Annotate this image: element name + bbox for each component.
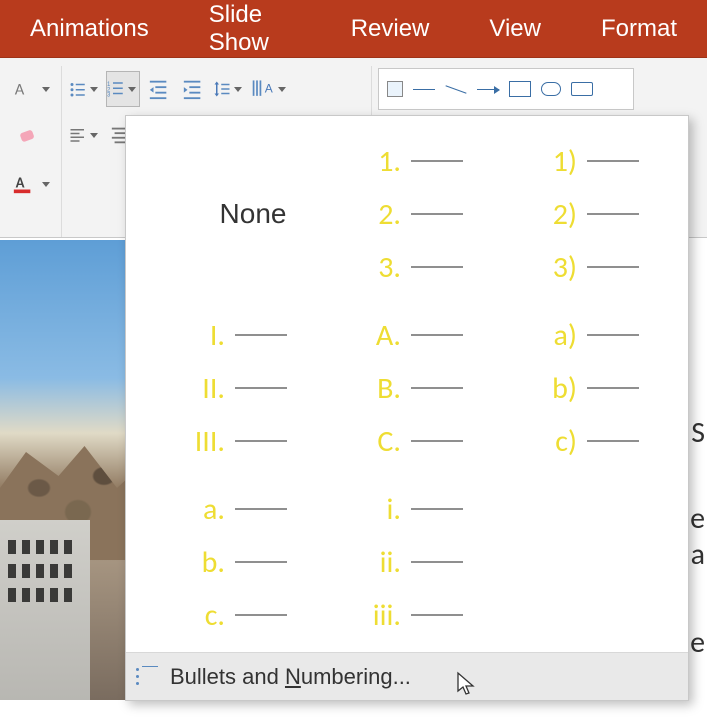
numbering-option-none[interactable]: None xyxy=(166,134,326,294)
list-icon xyxy=(136,666,158,688)
text-direction-icon: A xyxy=(251,78,275,100)
arrow-shape-icon xyxy=(477,89,499,90)
eraser-icon xyxy=(17,124,39,146)
line-spacing-icon xyxy=(213,78,231,100)
tab-animations[interactable]: Animations xyxy=(0,0,179,57)
bullets-icon xyxy=(69,78,87,100)
align-left-button[interactable] xyxy=(68,117,102,153)
numbering-option-upper-roman[interactable]: I. II. III. xyxy=(166,308,326,468)
text-direction-button[interactable]: A xyxy=(250,71,290,107)
slide-text-fragment: a xyxy=(691,536,705,573)
oval-shape-icon xyxy=(541,82,561,96)
numbering-option-upper-alpha[interactable]: A. B. C. xyxy=(342,308,502,468)
letter-a-icon: A xyxy=(12,78,34,100)
numbering-option-decimal-paren[interactable]: 1) 2) 3) xyxy=(518,134,678,294)
increase-indent-icon xyxy=(182,78,204,100)
font-format-button[interactable]: A xyxy=(6,71,54,107)
ribbon-tabs: Animations Slide Show Review View Format xyxy=(0,0,707,58)
align-left-icon xyxy=(69,124,87,146)
tab-review[interactable]: Review xyxy=(321,0,460,57)
font-color-button[interactable]: A xyxy=(6,166,54,202)
numbering-option-lower-roman[interactable]: i. ii. iii. xyxy=(342,482,502,642)
roundrect-shape-icon xyxy=(571,82,593,96)
decrease-indent-icon xyxy=(148,78,170,100)
svg-text:A: A xyxy=(265,81,273,95)
svg-text:3: 3 xyxy=(107,93,111,99)
svg-text:A: A xyxy=(16,174,25,192)
numbering-dropdown: None 1. 2. 3. 1) 2) 3) I. II. III. A. B.… xyxy=(125,115,689,701)
tab-slideshow[interactable]: Slide Show xyxy=(179,0,321,57)
bullets-button[interactable] xyxy=(68,71,102,107)
svg-text:A: A xyxy=(15,80,25,100)
tab-format[interactable]: Format xyxy=(571,0,707,57)
font-color-icon: A xyxy=(12,173,34,195)
line-spacing-button[interactable] xyxy=(212,71,246,107)
slide-text-fragment: S xyxy=(691,414,705,451)
slide-image xyxy=(0,240,130,700)
tab-view[interactable]: View xyxy=(459,0,571,57)
line2-shape-icon xyxy=(445,85,466,93)
none-label: None xyxy=(220,198,287,230)
shapes-gallery[interactable] xyxy=(378,68,634,110)
textbox-icon xyxy=(387,81,403,97)
numbering-button[interactable]: 123 xyxy=(106,71,140,107)
bullets-and-numbering-menuitem[interactable]: Bullets and Numbering... xyxy=(126,652,688,700)
numbering-option-decimal-period[interactable]: 1. 2. 3. xyxy=(342,134,502,294)
numbering-option-lower-alpha-paren[interactable]: a) b) c) xyxy=(518,308,678,468)
line-shape-icon xyxy=(413,89,435,90)
numbering-icon: 123 xyxy=(107,78,125,100)
numbering-option-lower-alpha-period[interactable]: a. b. c. xyxy=(166,482,326,642)
decrease-indent-button[interactable] xyxy=(144,71,174,107)
bullets-and-numbering-label: Bullets and Numbering... xyxy=(170,664,411,690)
slide-text-fragment: e xyxy=(690,624,705,661)
increase-indent-button[interactable] xyxy=(178,71,208,107)
rect-shape-icon xyxy=(509,81,531,97)
clear-formatting-button[interactable] xyxy=(6,117,50,153)
